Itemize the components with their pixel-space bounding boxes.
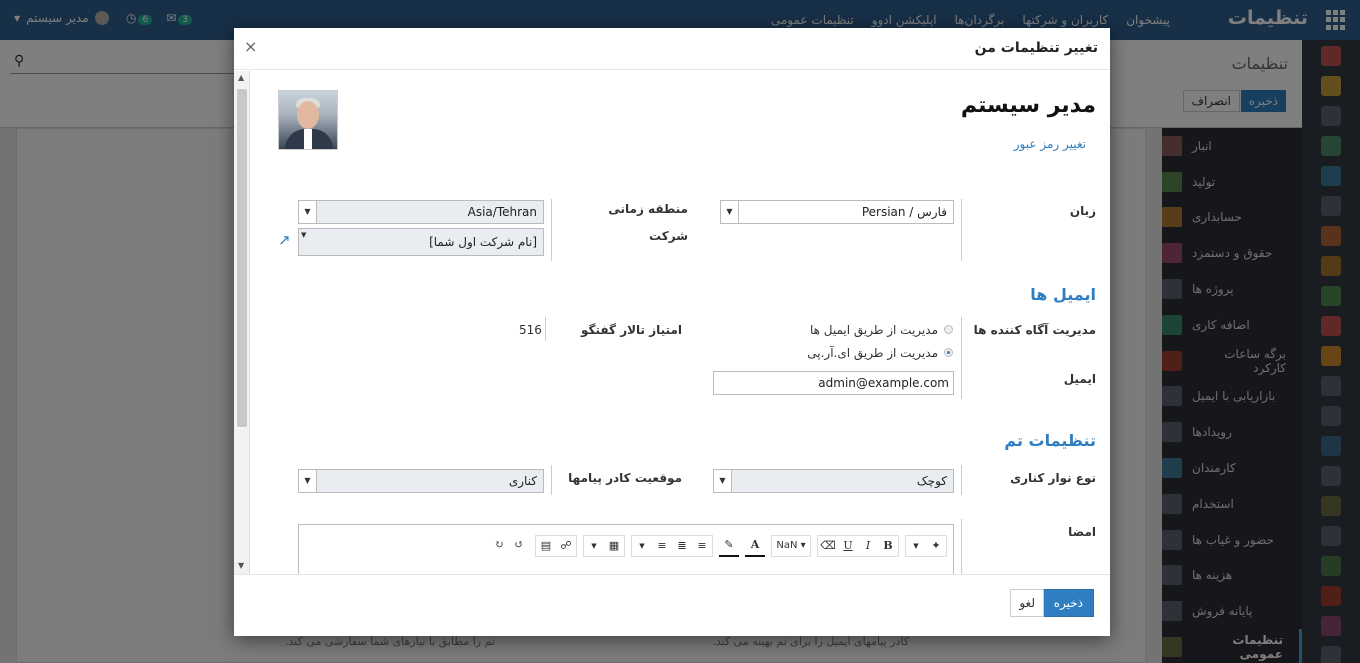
language-select[interactable]: Persian / فارس ▼ <box>720 200 954 224</box>
table-icon[interactable]: ▦ <box>604 536 624 556</box>
notification-email-radio[interactable] <box>944 325 953 334</box>
emails-section-title: ایمیل ها <box>1030 285 1096 304</box>
preferences-dialog: تغییر تنظیمات من × ▲ ▼ مدیر سیستم تغییر … <box>234 28 1110 636</box>
redo-icon[interactable]: ↻ <box>489 535 509 555</box>
scrollbar-thumb[interactable] <box>237 89 247 427</box>
sidebar-type-select[interactable]: کوچک ▼ <box>713 469 954 493</box>
company-select[interactable]: [نام شرکت اول شما] ▼ <box>298 228 544 256</box>
chevron-down-icon[interactable]: ▼ <box>584 536 604 556</box>
theme-section-title: تنظیمات تم <box>1004 431 1096 450</box>
font-size-group: NaN ▾ <box>771 535 811 557</box>
image-icon[interactable]: ▤ <box>536 536 556 556</box>
chatter-position-label: موقعیت کادر پیامها <box>568 471 682 485</box>
user-photo[interactable] <box>278 90 338 150</box>
chatter-position-select[interactable]: کناری ▼ <box>298 469 544 493</box>
dialog-title: تغییر تنظیمات من <box>974 40 1098 56</box>
cancel-button[interactable]: لغو <box>1010 589 1044 617</box>
email-field[interactable]: admin@example.com <box>713 371 954 395</box>
karma-label: امتیاز تالار گفتگو <box>581 323 682 337</box>
company-label: شرکت <box>649 229 688 243</box>
email-label: ایمیل <box>1063 372 1096 386</box>
magic-wand-icon[interactable]: ✦ <box>926 536 946 556</box>
close-icon[interactable]: × <box>244 37 257 56</box>
sidebar-type-value: کوچک <box>916 474 947 488</box>
timezone-select[interactable]: Asia/Tehran ▼ <box>298 200 544 224</box>
font-color-group: A <box>745 535 765 557</box>
chevron-down-icon: ▼ <box>714 470 732 492</box>
dialog-footer: ذخیره لغو <box>234 574 1110 636</box>
notification-label: مدیریت آگاه کننده ها <box>973 323 1096 337</box>
chevron-down-icon: ▼ <box>299 201 317 223</box>
signature-editor[interactable]: ✦ ▼ B I U ⌫ NaN ▾ A ✎ ≡ ≣ ≡ ▼ ▦ ▼ ☍ ▤ ↺ … <box>298 524 954 574</box>
font-size-select[interactable]: NaN ▾ <box>772 536 810 556</box>
chatter-position-value: کناری <box>508 474 537 488</box>
style-group: ✦ ▼ <box>905 535 947 557</box>
highlight-group: ✎ <box>719 535 739 557</box>
sidebar-type-label: نوع نوار کناری <box>1010 471 1096 485</box>
insert-group: ☍ ▤ <box>535 535 577 557</box>
user-name-heading: مدیر سیستم <box>960 93 1096 118</box>
notification-erp-option[interactable]: مدیریت از طریق ای.آر.پی <box>807 346 938 360</box>
italic-icon[interactable]: I <box>858 536 878 556</box>
font-color-icon[interactable]: A <box>745 535 765 555</box>
scroll-up-icon[interactable]: ▲ <box>238 73 244 82</box>
chevron-down-icon[interactable]: ▼ <box>632 536 652 556</box>
email-value: admin@example.com <box>818 376 949 390</box>
chevron-down-icon: ▼ <box>301 231 307 239</box>
karma-value: 516 <box>519 323 542 337</box>
table-group: ▦ ▼ <box>583 535 625 557</box>
notification-erp-radio[interactable] <box>944 348 953 357</box>
chevron-down-icon: ▼ <box>299 470 317 492</box>
signature-label: امضا <box>1068 525 1096 539</box>
change-password-link[interactable]: تغییر رمز عبور <box>1014 137 1086 151</box>
unordered-list-icon[interactable]: ≡ <box>692 536 712 556</box>
link-icon[interactable]: ☍ <box>556 536 576 556</box>
scroll-down-icon[interactable]: ▼ <box>238 561 244 570</box>
undo-icon[interactable]: ↺ <box>509 535 529 555</box>
company-value: [نام شرکت اول شما] <box>429 235 537 249</box>
external-link-icon[interactable]: ↗ <box>278 231 291 249</box>
chevron-down-icon: ▼ <box>721 201 739 223</box>
timezone-value: Asia/Tehran <box>467 205 537 219</box>
underline-icon[interactable]: U <box>838 536 858 556</box>
font-size-value: NaN <box>776 540 798 551</box>
timezone-label: منطقه زمانی <box>608 202 688 216</box>
paragraph-icon[interactable]: ≡ <box>652 536 672 556</box>
language-value: Persian / فارس <box>861 205 947 219</box>
save-button[interactable]: ذخیره <box>1042 589 1094 617</box>
list-group: ≡ ≣ ≡ ▼ <box>631 535 713 557</box>
ordered-list-icon[interactable]: ≣ <box>672 536 692 556</box>
chevron-down-icon[interactable]: ▼ <box>906 536 926 556</box>
dialog-header: تغییر تنظیمات من × <box>234 28 1110 70</box>
editor-toolbar: ✦ ▼ B I U ⌫ NaN ▾ A ✎ ≡ ≣ ≡ ▼ ▦ ▼ ☍ ▤ ↺ … <box>489 535 947 557</box>
font-group: B I U ⌫ <box>817 535 899 557</box>
scrollbar[interactable]: ▲ ▼ <box>234 71 250 574</box>
highlight-icon[interactable]: ✎ <box>719 535 739 555</box>
bold-icon[interactable]: B <box>878 536 898 556</box>
eraser-icon[interactable]: ⌫ <box>818 536 838 556</box>
language-label: زبان <box>1069 204 1096 218</box>
history-group: ↺ ↻ <box>489 535 529 557</box>
notification-email-option[interactable]: مدیریت از طریق ایمیل ها <box>810 323 938 337</box>
dialog-body: ▲ ▼ مدیر سیستم تغییر رمز عبور زبان Persi… <box>234 71 1110 574</box>
